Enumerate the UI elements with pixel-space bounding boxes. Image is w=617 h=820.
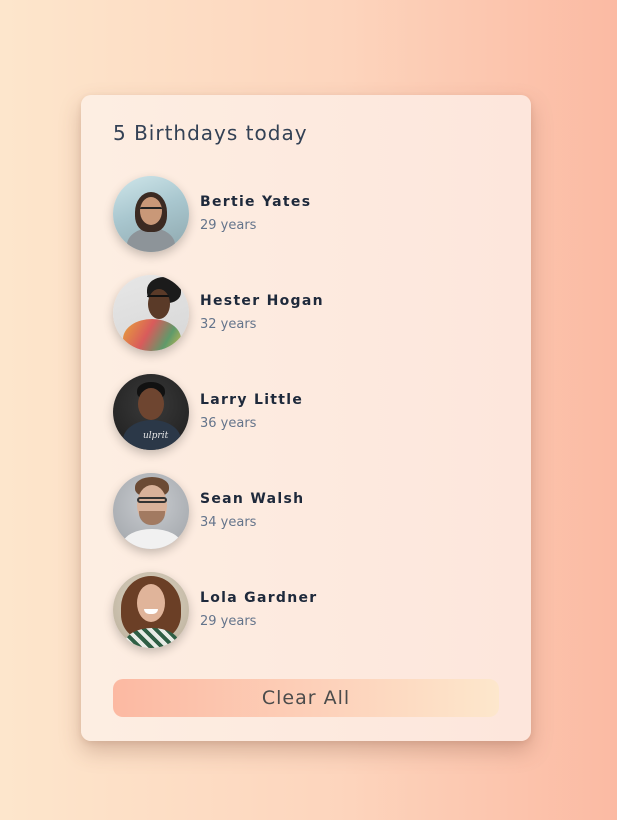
list-item: ulprit Larry Little 36 years	[113, 374, 493, 450]
avatar: ulprit	[113, 374, 189, 450]
person-age: 32 years	[200, 317, 257, 332]
person-age: 29 years	[200, 614, 257, 629]
person-age: 34 years	[200, 515, 257, 530]
list-item: Sean Walsh 34 years	[113, 473, 493, 549]
person-name: Sean Walsh	[200, 491, 305, 507]
avatar	[113, 473, 189, 549]
list-item: Hester Hogan 32 years	[113, 275, 493, 351]
person-name: Hester Hogan	[200, 293, 324, 309]
card-title: 5 Birthdays today	[113, 121, 308, 145]
person-age: 36 years	[200, 416, 257, 431]
birthday-card: 5 Birthdays today Bertie Yates 29 years …	[81, 95, 531, 741]
avatar	[113, 275, 189, 351]
person-name: Bertie Yates	[200, 194, 312, 210]
list-item: Bertie Yates 29 years	[113, 176, 493, 252]
avatar	[113, 572, 189, 648]
list-item: Lola Gardner 29 years	[113, 572, 493, 648]
avatar	[113, 176, 189, 252]
person-name: Lola Gardner	[200, 590, 318, 606]
person-age: 29 years	[200, 218, 257, 233]
clear-all-button[interactable]: Clear All	[113, 679, 499, 717]
person-name: Larry Little	[200, 392, 304, 408]
